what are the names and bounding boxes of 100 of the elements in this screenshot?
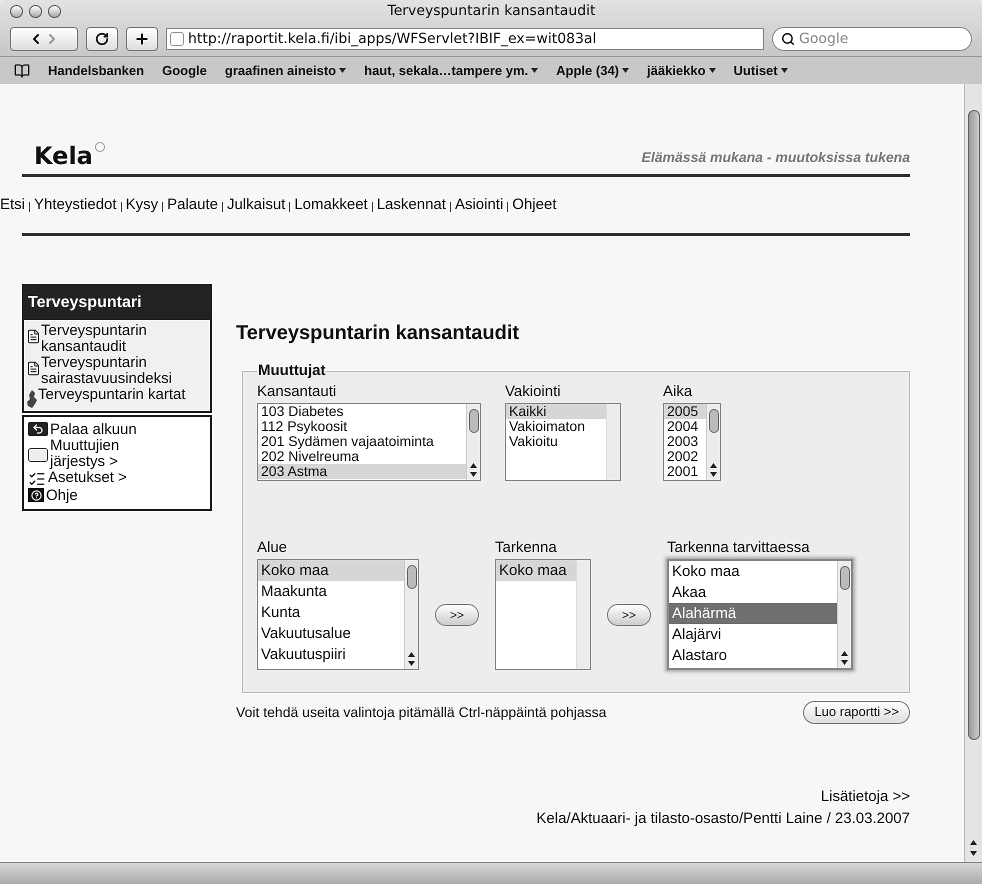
list-box[interactable]: Kaikki Vakioimaton Vakioitu <box>505 402 621 480</box>
nav-link[interactable]: Laskennat <box>376 194 446 216</box>
reload-icon <box>95 32 109 46</box>
list-box[interactable]: 2005 2004 2003 2002 2001 <box>663 402 721 480</box>
settings-icon <box>28 470 46 488</box>
list-option[interactable]: 2002 <box>664 448 706 464</box>
reload-button[interactable] <box>86 27 118 51</box>
scroll-thumb[interactable] <box>406 564 416 588</box>
list-option[interactable]: Kunta <box>258 602 404 622</box>
address-field[interactable]: http://raportit.kela.fi/ibi_apps/WFServlet?IBIF_ex=wit083al <box>166 28 764 50</box>
scroll-thumb[interactable] <box>708 408 718 432</box>
nav-link[interactable]: Lomakkeet <box>294 194 368 216</box>
list-option[interactable]: Vakioitu <box>506 434 606 448</box>
page-scrollbar[interactable] <box>964 84 982 862</box>
bookmark-item[interactable]: jääkiekko <box>647 60 716 80</box>
nav-link[interactable]: Yhteystiedot <box>34 194 117 216</box>
window-control-icon[interactable] <box>10 4 23 18</box>
nav-link[interactable]: Palaute <box>167 194 218 216</box>
list-option[interactable]: Kaikki <box>506 404 606 418</box>
list-box[interactable]: 103 Diabetes 112 Psykoosit 201 Sydämen vajaatoiminta 202 Nivelreuma 203 Astma <box>257 402 481 480</box>
list-label: Aika <box>663 382 694 400</box>
scroll-up-icon[interactable] <box>970 840 977 845</box>
scroll-down-icon[interactable] <box>841 660 848 664</box>
list-option[interactable]: Alahärmä <box>669 602 837 624</box>
list-scrollbar[interactable] <box>466 404 480 480</box>
back-forward-button[interactable] <box>10 27 78 51</box>
caret-icon[interactable] <box>622 68 629 73</box>
bookmark-item[interactable]: Handelsbanken <box>48 60 144 80</box>
scroll-up-icon[interactable] <box>841 650 848 656</box>
caret-icon[interactable] <box>339 68 346 73</box>
report-link[interactable]: Terveyspuntarin kartat <box>26 387 208 408</box>
list-option[interactable]: 2001 <box>664 464 706 478</box>
logo[interactable]: Kela <box>22 142 93 170</box>
list-box[interactable]: Koko maa <box>495 558 591 670</box>
list-scrollbar[interactable] <box>404 560 418 668</box>
nav-link[interactable]: Julkaisut <box>226 194 286 216</box>
action-link[interactable]: Muuttujien järjestys > <box>28 438 206 470</box>
create-report-button[interactable]: Luo raportti >> <box>803 700 910 724</box>
nav-link[interactable]: Ohjeet <box>512 194 556 216</box>
scroll-down-icon[interactable] <box>710 472 717 476</box>
bookmark-item[interactable]: Uutiset <box>734 60 788 80</box>
list-option[interactable]: 203 Astma <box>258 464 466 478</box>
more-info-link[interactable]: Lisätietoja >> <box>820 786 910 808</box>
list-option[interactable]: Vakuutuspiiri <box>258 644 404 664</box>
list-option[interactable]: 2005 <box>664 404 706 418</box>
window-control-icon[interactable] <box>29 4 42 18</box>
list-scrollbar[interactable] <box>706 404 720 480</box>
scroll-up-icon[interactable] <box>470 462 477 468</box>
list-option[interactable]: Alastaro <box>669 644 837 666</box>
list-option[interactable]: Maakunta <box>258 580 404 602</box>
report-link[interactable]: Terveyspuntarin kansantaudit <box>26 323 208 355</box>
list-option[interactable]: Koko maa <box>669 560 837 582</box>
bookmark-item[interactable]: Apple (34) <box>556 60 629 80</box>
bookmark-item[interactable]: Google <box>162 60 207 80</box>
window-control-icon[interactable] <box>48 4 61 18</box>
list-option[interactable]: Alajärvi <box>669 624 837 644</box>
nav-link[interactable]: Kysy <box>126 194 158 216</box>
document-icon <box>26 361 41 376</box>
nav-link[interactable]: Etsi <box>0 194 26 216</box>
list-option[interactable]: 201 Sydämen vajaatoiminta <box>258 434 466 448</box>
list-option[interactable]: Koko maa <box>496 560 576 580</box>
scroll-up-icon[interactable] <box>710 462 717 468</box>
scroll-down-icon[interactable] <box>470 472 477 476</box>
list-option[interactable]: Koko maa <box>258 560 404 580</box>
scroll-thumb[interactable] <box>468 408 478 432</box>
registered-icon <box>94 142 105 152</box>
scroll-down-icon[interactable] <box>970 851 977 856</box>
add-button[interactable]: >> <box>607 604 651 626</box>
list-option[interactable]: 112 Psykoosit <box>258 418 466 434</box>
nav-link[interactable]: Asiointi <box>454 194 504 216</box>
list-option[interactable]: 202 Nivelreuma <box>258 448 466 464</box>
caret-icon[interactable] <box>708 68 716 73</box>
bookmark-item[interactable]: graafinen aineisto <box>224 60 346 80</box>
caret-icon[interactable] <box>780 68 788 73</box>
caret-icon[interactable] <box>531 68 538 73</box>
bookmark-item[interactable]: haut, sekala…tampere ym. <box>364 60 538 80</box>
bookmarks-icon[interactable] <box>14 62 30 78</box>
search-field[interactable]: Google <box>772 27 972 51</box>
search-input[interactable]: Google <box>799 28 963 50</box>
list-scrollbar[interactable] <box>837 560 851 668</box>
action-link[interactable]: Ohje <box>28 488 206 504</box>
list-box[interactable]: Koko maa Akaa Alahärmä Alajärvi Alastaro <box>667 558 853 670</box>
scroll-down-icon[interactable] <box>408 660 415 666</box>
list-label: Kansantauti <box>257 382 338 400</box>
list-option[interactable]: Vakuutusalue <box>258 622 404 644</box>
scroll-thumb[interactable] <box>840 566 850 590</box>
action-link[interactable]: Palaa alkuun <box>28 422 206 438</box>
list-label: Vakiointi <box>505 382 562 400</box>
list-option[interactable]: 2004 <box>664 418 706 434</box>
add-bookmark-button[interactable] <box>126 27 158 51</box>
list-option[interactable]: 103 Diabetes <box>258 404 466 418</box>
action-link[interactable]: Asetukset > <box>28 470 206 488</box>
scroll-up-icon[interactable] <box>408 652 415 656</box>
list-label: Alue <box>257 538 288 556</box>
report-link[interactable]: Terveyspuntarin sairastavuusindeksi <box>26 355 208 387</box>
list-option[interactable]: 2003 <box>664 434 706 448</box>
list-box[interactable]: Koko maa Maakunta Kunta Vakuutusalue Vakuutuspiiri <box>257 558 419 670</box>
list-option[interactable]: Akaa <box>669 582 837 602</box>
add-button[interactable]: >> <box>435 604 479 626</box>
list-option[interactable]: Vakioimaton <box>506 418 606 434</box>
